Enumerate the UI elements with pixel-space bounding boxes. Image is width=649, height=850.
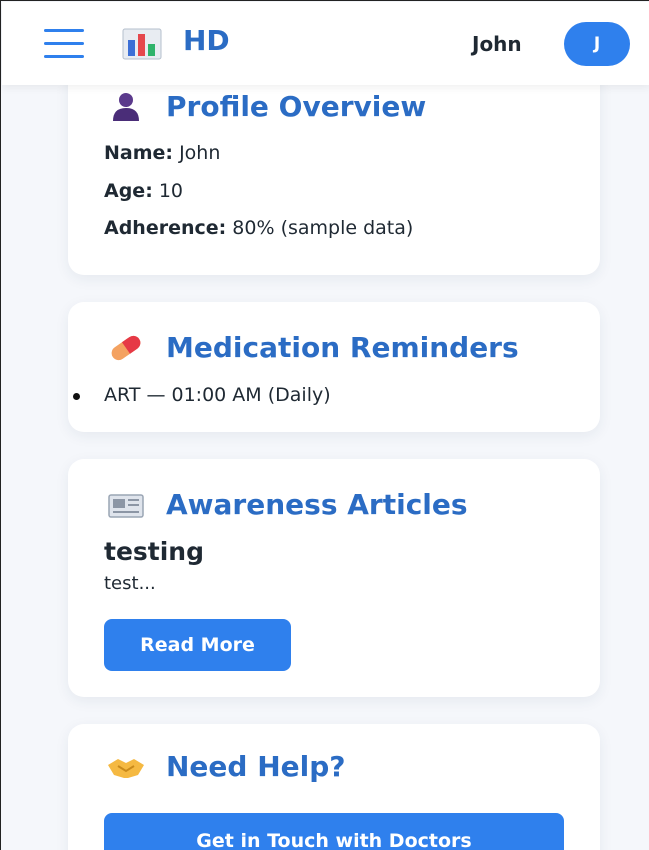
help-card-header: Need Help? — [106, 750, 346, 783]
medication-card-header: Medication Reminders — [106, 331, 519, 364]
articles-title: Awareness Articles — [166, 488, 468, 521]
name-value: John — [179, 142, 221, 164]
articles-card: Awareness Articles testing test... Read … — [68, 459, 600, 697]
user-silhouette-icon — [106, 91, 146, 123]
top-navbar: HD John J — [2, 2, 649, 85]
help-card: Need Help? Get in Touch with Doctors — [68, 724, 600, 850]
medication-title: Medication Reminders — [166, 331, 519, 364]
bullet-icon — [73, 393, 80, 400]
app-frame: Profile Overview Name: John Age: 10 Adhe… — [0, 0, 649, 850]
profile-card: Profile Overview Name: John Age: 10 Adhe… — [68, 61, 600, 275]
article-excerpt: test... — [104, 573, 156, 594]
age-label: Age: — [104, 180, 153, 202]
newspaper-icon — [106, 489, 146, 521]
article-title[interactable]: testing — [104, 537, 204, 566]
hamburger-menu-icon[interactable] — [44, 29, 84, 61]
medication-item-text: ART — 01:00 AM (Daily) — [104, 384, 331, 406]
profile-card-header: Profile Overview — [106, 90, 426, 123]
adherence-value: 80% (sample data) — [232, 217, 414, 239]
user-name: John — [472, 32, 522, 56]
brand-name[interactable]: HD — [183, 24, 230, 57]
name-label: Name: — [104, 142, 174, 164]
profile-name-row: Name: John — [104, 142, 220, 164]
profile-adherence-row: Adherence: 80% (sample data) — [104, 217, 413, 239]
adherence-label: Adherence: — [104, 217, 227, 239]
profile-age-row: Age: 10 — [104, 180, 183, 202]
handshake-icon — [106, 751, 146, 783]
profile-title: Profile Overview — [166, 90, 427, 123]
medication-card: Medication Reminders ART — 01:00 AM (Dai… — [68, 302, 600, 432]
medication-item: ART — 01:00 AM (Daily) — [73, 384, 331, 406]
age-value: 10 — [158, 180, 184, 202]
avatar[interactable]: J — [564, 22, 630, 66]
read-more-button[interactable]: Read More — [104, 619, 291, 671]
bar-chart-icon — [122, 28, 162, 60]
help-title: Need Help? — [166, 750, 346, 783]
contact-doctors-button[interactable]: Get in Touch with Doctors — [104, 813, 564, 850]
pill-icon — [106, 332, 146, 364]
articles-card-header: Awareness Articles — [106, 488, 468, 521]
